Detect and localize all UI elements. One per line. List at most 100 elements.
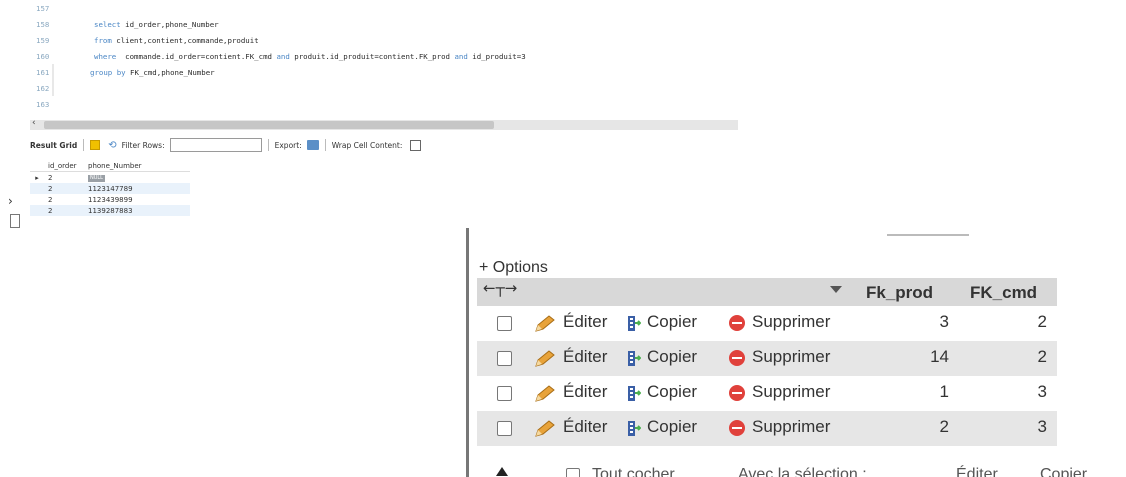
result-grid-header: id_order phone_Number [30, 160, 190, 172]
sort-dropdown-icon[interactable] [830, 286, 842, 293]
edit-link[interactable]: Éditer [563, 347, 607, 367]
table-row[interactable]: 2 1139287883 [30, 205, 190, 216]
line-number: 163 [36, 99, 50, 109]
column-header[interactable]: phone_Number [82, 162, 188, 170]
null-badge[interactable]: NULL [88, 175, 105, 182]
panel-toggle-icon[interactable] [10, 214, 20, 228]
column-header[interactable]: id_order [44, 162, 82, 170]
cell-fk-prod[interactable]: 1 [940, 382, 949, 402]
code-text: client,contient,commande,produit [111, 35, 259, 45]
cell-id-order[interactable]: 2 [44, 185, 82, 193]
row-checkbox[interactable] [497, 386, 512, 401]
delete-link[interactable]: Supprimer [752, 417, 830, 437]
sql-keyword: where [94, 51, 117, 61]
delete-link[interactable]: Supprimer [752, 382, 830, 402]
table-row[interactable]: ▸ 2 NULL [30, 172, 190, 183]
arrow-up-icon [496, 467, 508, 476]
code-text: produit.id_produit=contient.FK_prod [289, 51, 455, 61]
code-line: 161 group by FK_cmd,phone_Number [30, 64, 215, 80]
delete-icon[interactable] [729, 385, 745, 401]
pencil-icon[interactable] [533, 419, 557, 439]
wrap-cell-content-icon[interactable] [410, 139, 422, 151]
delete-icon[interactable] [729, 350, 745, 366]
cell-id-order[interactable]: 2 [44, 174, 82, 182]
row-checkbox[interactable] [497, 316, 512, 331]
row-checkbox[interactable] [497, 351, 512, 366]
filter-rows-input[interactable] [169, 138, 262, 152]
code-text: FK_cmd,phone_Number [125, 67, 215, 77]
top-input-field[interactable] [887, 229, 969, 236]
delete-icon[interactable] [729, 315, 745, 331]
result-grid-label[interactable]: Result Grid [30, 141, 77, 150]
toolbar-divider [324, 139, 326, 151]
copy-icon[interactable] [627, 420, 641, 437]
line-number: 161 [36, 67, 50, 77]
edit-link[interactable]: Éditer [563, 382, 607, 402]
expand-panel-icon[interactable]: › [8, 194, 13, 208]
pencil-icon[interactable] [533, 314, 557, 334]
result-toolbar: Result Grid ⟲ Filter Rows: Export: Wrap … [30, 135, 738, 155]
cell-phone-number[interactable]: 1123147789 [82, 185, 188, 193]
delete-icon[interactable] [729, 420, 745, 436]
column-resize-arrows-icon[interactable]: ←┬→ [483, 279, 517, 297]
line-number: 162 [36, 83, 50, 93]
row-pointer-icon: ▸ [35, 173, 39, 182]
cell-id-order[interactable]: 2 [44, 196, 82, 204]
column-header-fk-cmd[interactable]: FK_cmd [970, 283, 1037, 303]
copy-link[interactable]: Copier [647, 417, 697, 437]
grid-icon[interactable] [90, 140, 101, 150]
cell-fk-prod[interactable]: 2 [940, 417, 949, 437]
code-text: id_produit=3 [467, 51, 526, 61]
table-row[interactable]: 2 1123439899 [30, 194, 190, 205]
filter-icon: ⟲ [108, 139, 117, 151]
code-line: 157 [30, 0, 76, 16]
column-header-fk-prod[interactable]: Fk_prod [866, 283, 933, 303]
pencil-icon[interactable] [533, 384, 557, 404]
delete-link[interactable]: Supprimer [752, 347, 830, 367]
cell-fk-cmd[interactable]: 2 [1038, 347, 1047, 367]
cell-fk-cmd[interactable]: 3 [1038, 382, 1047, 402]
cell-phone-number[interactable]: 1139287883 [82, 207, 188, 215]
sql-keyword: and [454, 51, 468, 61]
sql-keyword: and [276, 51, 290, 61]
copy-link[interactable]: Copier [647, 382, 697, 402]
check-all-checkbox[interactable] [566, 468, 580, 477]
line-number: 157 [36, 3, 50, 13]
edit-link[interactable]: Éditer [563, 417, 607, 437]
copy-icon[interactable] [627, 315, 641, 332]
pencil-icon[interactable] [533, 349, 557, 369]
copy-link[interactable]: Copier [647, 312, 697, 332]
edit-link[interactable]: Éditer [563, 312, 607, 332]
code-line: 163 [30, 96, 76, 112]
copy-icon[interactable] [627, 350, 641, 367]
table-row: Éditer Copier Supprimer 14 2 [477, 341, 1057, 376]
copy-link[interactable]: Copier [647, 347, 697, 367]
cell-fk-cmd[interactable]: 2 [1038, 312, 1047, 332]
scroll-left-icon[interactable]: ‹ [32, 118, 36, 128]
bulk-edit-link[interactable]: Éditer [956, 466, 998, 477]
sql-editor[interactable]: 157 158 select id_order,phone_Number 159… [30, 0, 740, 118]
cell-id-order[interactable]: 2 [44, 207, 82, 215]
panel-border [466, 228, 469, 477]
filter-rows-label: Filter Rows: [121, 140, 165, 150]
cell-fk-prod[interactable]: 3 [940, 312, 949, 332]
with-selection-label: Avec la sélection : [738, 466, 867, 477]
bulk-actions-footer: Tout cocher Avec la sélection : Éditer C… [480, 462, 1126, 477]
scrollbar-thumb[interactable] [44, 121, 494, 129]
bulk-copy-link[interactable]: Copier [1040, 466, 1087, 477]
check-all-label[interactable]: Tout cocher [592, 466, 675, 477]
cell-fk-cmd[interactable]: 3 [1038, 417, 1047, 437]
export-icon[interactable] [306, 140, 319, 150]
code-line: 158 select id_order,phone_Number [30, 16, 219, 32]
editor-horizontal-scrollbar[interactable]: ‹ [30, 118, 738, 130]
toolbar-divider [83, 139, 85, 151]
table-row[interactable]: 2 1123147789 [30, 183, 190, 194]
sql-keyword: select [94, 19, 121, 29]
result-grid: id_order phone_Number ▸ 2 NULL 2 1123147… [30, 160, 190, 216]
delete-link[interactable]: Supprimer [752, 312, 830, 332]
cell-fk-prod[interactable]: 14 [930, 347, 949, 367]
cell-phone-number[interactable]: 1123439899 [82, 196, 188, 204]
copy-icon[interactable] [627, 385, 641, 402]
row-checkbox[interactable] [497, 421, 512, 436]
options-link[interactable]: + Options [479, 259, 548, 277]
